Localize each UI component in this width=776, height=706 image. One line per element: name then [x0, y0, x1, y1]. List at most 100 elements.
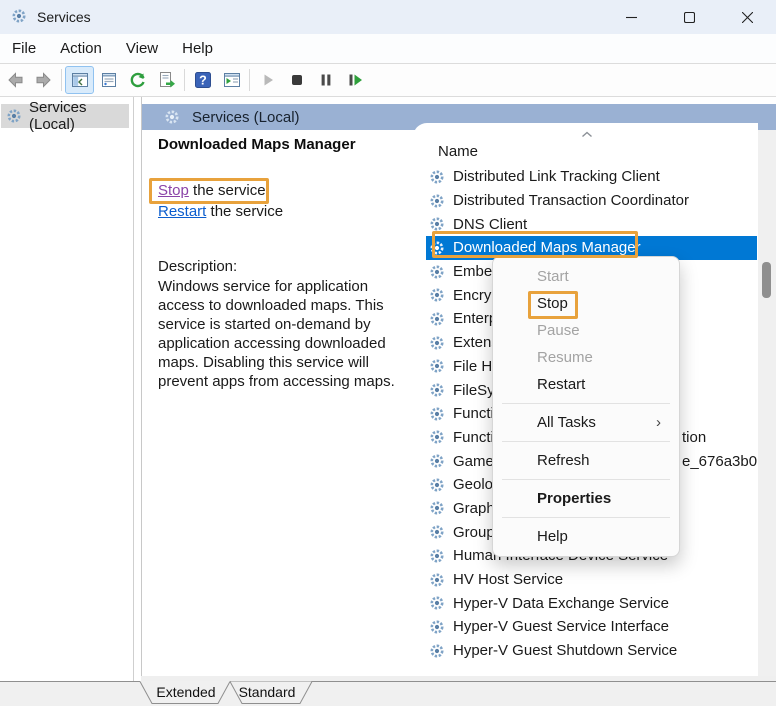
show-console-tree-button[interactable] [65, 66, 94, 94]
context-menu: Start › Stop › Pause › Resume › Restart … [492, 256, 680, 557]
tab-strip: Extended Standard [0, 681, 776, 706]
service-gear-icon [429, 287, 445, 303]
services-app-icon [11, 8, 29, 26]
context-menu-item[interactable]: Resume › [493, 344, 679, 371]
refresh-button[interactable] [123, 66, 152, 94]
service-gear-icon [429, 406, 445, 422]
service-name-fragment: tion [682, 428, 707, 446]
context-menu-item-label: Pause [537, 322, 580, 339]
main-panel: Services (Local) Downloaded Maps Manager… [141, 97, 776, 681]
service-gear-icon [429, 548, 445, 564]
pause-service-button[interactable] [311, 66, 340, 94]
context-menu-item[interactable]: Refresh › [493, 447, 679, 480]
sort-ascending-icon [582, 131, 592, 138]
service-gear-icon [429, 453, 445, 469]
title-bar: Services [0, 0, 776, 34]
menu-bar-item[interactable]: Help [170, 34, 225, 63]
console-tree-icon [71, 73, 88, 87]
start-service-icon [264, 74, 273, 86]
menu-bar: File Action View Help [0, 34, 776, 64]
service-name: Distributed Link Tracking Client [453, 168, 660, 186]
service-row[interactable]: Hyper-V Guest Service Interface [426, 615, 757, 639]
service-name: HV Host Service [453, 571, 564, 589]
context-menu-item[interactable]: Stop › [493, 290, 679, 317]
start-service-button[interactable] [253, 66, 282, 94]
restart-service-button[interactable] [340, 66, 369, 94]
service-name: Group [453, 523, 495, 541]
services-window: Services File Action View Help ? Service… [0, 0, 776, 706]
restart-service-link[interactable]: Restart [158, 203, 206, 220]
help-button[interactable]: ? [188, 66, 217, 94]
close-button[interactable] [718, 0, 776, 34]
service-row[interactable]: Hyper-V Data Exchange Service [426, 591, 757, 615]
export-list-button[interactable] [152, 66, 181, 94]
stop-service-line: Stop the service [158, 182, 266, 199]
service-gear-icon [429, 595, 445, 611]
context-menu-item[interactable]: Help › [493, 523, 679, 550]
context-menu-item[interactable]: Pause › [493, 317, 679, 344]
menu-bar-item[interactable]: File [0, 34, 48, 63]
service-gear-icon [429, 382, 445, 398]
properties-button[interactable] [94, 66, 123, 94]
vertical-scrollbar-thumb[interactable] [762, 262, 771, 298]
menu-bar-item[interactable]: Action [48, 34, 114, 63]
toolbar: ? [0, 64, 776, 97]
export-list-icon [159, 72, 175, 88]
description-label: Description: [158, 258, 238, 275]
context-menu-item[interactable]: Start › [493, 263, 679, 290]
vertical-scrollbar-track[interactable] [757, 130, 776, 676]
maximize-icon [683, 11, 695, 23]
back-button[interactable] [0, 66, 29, 94]
tree-item-label: Services (Local) [29, 99, 87, 133]
service-row[interactable]: Distributed Transaction Coordinator [426, 189, 757, 213]
service-name-fragment: e_676a3b0 [682, 452, 758, 470]
service-gear-icon [429, 619, 445, 635]
service-gear-icon [429, 643, 445, 659]
service-name: DNS Client [453, 215, 528, 233]
menu-bar-item[interactable]: View [114, 34, 170, 63]
context-menu-item-label: Help [537, 528, 568, 545]
service-row[interactable]: DNS Client [426, 212, 757, 236]
column-header-name[interactable]: Name [438, 143, 478, 160]
close-icon [741, 11, 753, 23]
service-row[interactable]: Hyper-V Guest Shutdown Service [426, 639, 757, 663]
services-gear-icon [164, 109, 180, 125]
minimize-icon [625, 16, 637, 18]
tree-item-services-local[interactable]: Services (Local) [1, 99, 129, 133]
forward-button[interactable] [29, 66, 58, 94]
maximize-button[interactable] [660, 0, 718, 34]
minimize-button[interactable] [602, 0, 660, 34]
service-name: Distributed Transaction Coordinator [453, 192, 689, 210]
service-gear-icon [429, 240, 445, 256]
forward-arrow-icon [36, 72, 51, 88]
service-row[interactable]: HV Host Service [426, 568, 757, 592]
service-gear-icon [429, 216, 445, 232]
context-menu-item[interactable]: Restart › [493, 371, 679, 404]
panel-header-title: Services (Local) [192, 108, 300, 126]
service-gear-icon [429, 477, 445, 493]
context-menu-item-label: Restart [537, 376, 586, 393]
stop-service-link[interactable]: Stop [158, 182, 189, 199]
context-menu-item-label: Start [537, 268, 569, 285]
restart-service-icon [349, 74, 362, 86]
context-menu-item-label: All Tasks [537, 414, 596, 431]
service-gear-icon [429, 524, 445, 540]
back-arrow-icon [7, 72, 22, 88]
pause-service-icon [321, 74, 330, 86]
stop-service-button[interactable] [282, 66, 311, 94]
show-extended-view-button[interactable] [217, 66, 246, 94]
service-name: Hyper-V Guest Service Interface [453, 618, 669, 636]
window-title: Services [37, 9, 91, 25]
context-menu-item[interactable]: Properties › [493, 485, 679, 518]
service-row[interactable]: Distributed Link Tracking Client [426, 165, 757, 189]
panel-splitter[interactable] [133, 97, 134, 681]
context-menu-item[interactable]: All Tasks › [493, 409, 679, 442]
extended-view-icon [223, 73, 240, 87]
stop-service-suffix: the service [188, 182, 266, 199]
toolbar-separator [249, 69, 250, 91]
refresh-icon [130, 72, 145, 88]
tab-standard[interactable]: Standard [238, 684, 296, 700]
service-gear-icon [429, 335, 445, 351]
service-gear-icon [429, 169, 445, 185]
tab-extended[interactable]: Extended [150, 684, 222, 700]
